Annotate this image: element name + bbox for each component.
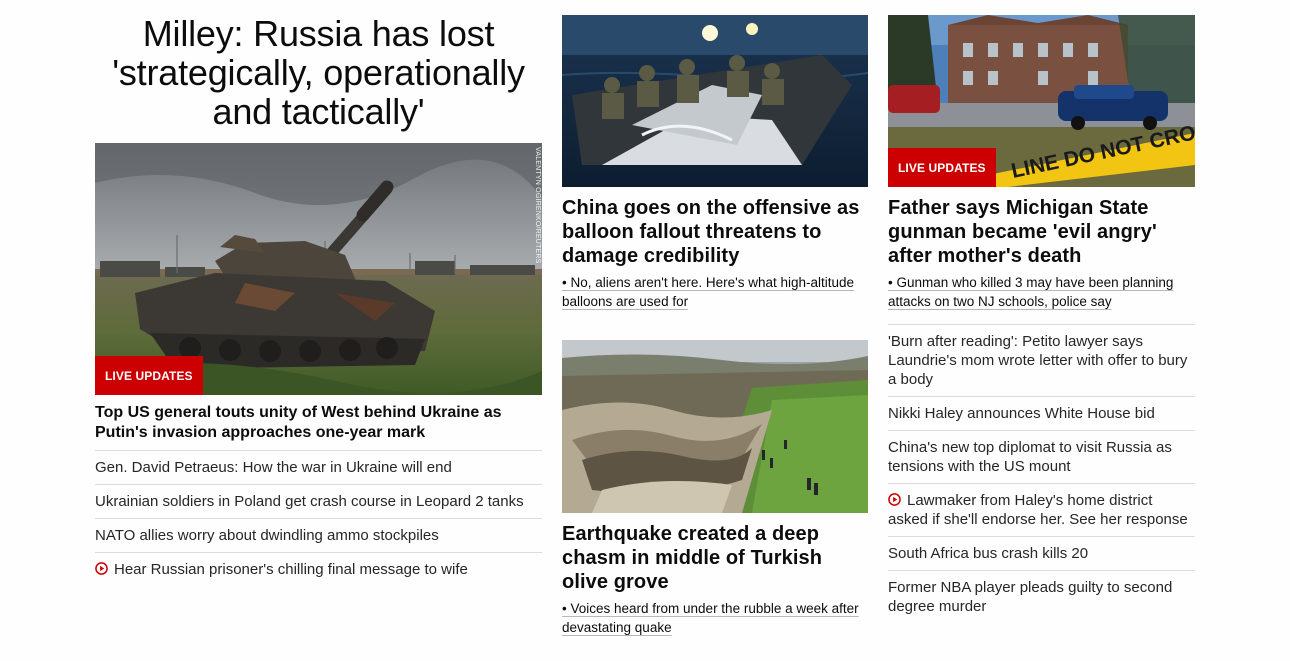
list-item[interactable]: NATO allies worry about dwindling ammo s…	[95, 518, 542, 552]
live-updates-badge: LIVE UPDATES	[95, 356, 203, 395]
list-item[interactable]: 'Burn after reading': Petito lawyer says…	[888, 324, 1195, 396]
lead-story-image[interactable]: VALENTYN OGIRENKO/REUTERS LIVE UPDATES	[95, 143, 542, 395]
story-headline[interactable]: Earthquake created a deep chasm in middl…	[562, 522, 868, 594]
list-item-link[interactable]: China's new top diplomat to visit Russia…	[888, 439, 1172, 475]
lead-banner-headline[interactable]: Milley: Russia has lost 'strategically, …	[95, 14, 542, 131]
image-credit: VALENTYN OGIRENKO/REUTERS	[534, 147, 541, 264]
story-subheadline[interactable]: • No, aliens aren't here. Here's what hi…	[562, 273, 868, 311]
list-item[interactable]: South Africa bus crash kills 20	[888, 536, 1195, 570]
story-card: Earthquake created a deep chasm in middl…	[562, 340, 868, 637]
live-updates-badge: LIVE UPDATES	[888, 148, 996, 187]
list-item-link[interactable]: Ukrainian soldiers in Poland get crash c…	[95, 493, 524, 510]
story-subheadline[interactable]: • Gunman who killed 3 may have been plan…	[888, 273, 1195, 311]
headline-list: 'Burn after reading': Petito lawyer says…	[888, 324, 1195, 623]
list-item-link[interactable]: NATO allies worry about dwindling ammo s…	[95, 527, 439, 544]
michigan-state-image[interactable]: LINE DO NOT CROSS LIVE UPDATES	[888, 15, 1195, 187]
list-item-link[interactable]: 'Burn after reading': Petito lawyer says…	[888, 333, 1187, 388]
list-item-link[interactable]: Lawmaker from Haley's home district aske…	[888, 492, 1188, 528]
story-card: LINE DO NOT CROSS LIVE UPDATES Father sa…	[888, 15, 1195, 311]
balloon-recovery-image[interactable]	[562, 15, 868, 187]
list-item[interactable]: Nikki Haley announces White House bid	[888, 396, 1195, 430]
list-item[interactable]: Ukrainian soldiers in Poland get crash c…	[95, 484, 542, 518]
list-item-link[interactable]: Hear Russian prisoner's chilling final m…	[114, 561, 468, 578]
lead-story-column: Milley: Russia has lost 'strategically, …	[95, 0, 542, 586]
list-item[interactable]: Lawmaker from Haley's home district aske…	[888, 483, 1195, 536]
list-item-link[interactable]: South Africa bus crash kills 20	[888, 545, 1088, 562]
story-subheadline[interactable]: • Voices heard from under the rubble a w…	[562, 599, 868, 637]
related-links-list: Gen. David Petraeus: How the war in Ukra…	[95, 450, 542, 586]
middle-column: China goes on the offensive as balloon f…	[562, 0, 868, 637]
story-subheadline-link[interactable]: • Voices heard from under the rubble a w…	[562, 601, 859, 635]
story-subheadline-link[interactable]: • Gunman who killed 3 may have been plan…	[888, 275, 1173, 309]
list-item[interactable]: Former NBA player pleads guilty to secon…	[888, 570, 1195, 623]
list-item[interactable]: China's new top diplomat to visit Russia…	[888, 430, 1195, 483]
list-item-link[interactable]: Gen. David Petraeus: How the war in Ukra…	[95, 459, 452, 476]
play-circle-icon	[888, 493, 901, 506]
lead-banner-link[interactable]: Milley: Russia has lost 'strategically, …	[112, 13, 525, 132]
story-headline[interactable]: China goes on the offensive as balloon f…	[562, 196, 868, 268]
right-column: LINE DO NOT CROSS LIVE UPDATES Father sa…	[888, 0, 1195, 623]
list-item[interactable]: Gen. David Petraeus: How the war in Ukra…	[95, 450, 542, 484]
list-item[interactable]: Hear Russian prisoner's chilling final m…	[95, 552, 542, 586]
list-item-link[interactable]: Nikki Haley announces White House bid	[888, 405, 1155, 422]
lead-story-headline[interactable]: Top US general touts unity of West behin…	[95, 403, 542, 443]
story-card: China goes on the offensive as balloon f…	[562, 15, 868, 311]
story-headline[interactable]: Father says Michigan State gunman became…	[888, 196, 1195, 268]
play-circle-icon	[95, 562, 108, 575]
balloon-photo	[562, 15, 868, 187]
list-item-link[interactable]: Former NBA player pleads guilty to secon…	[888, 579, 1172, 615]
earthquake-chasm-image[interactable]	[562, 340, 868, 513]
chasm-photo	[562, 340, 868, 513]
story-subheadline-link[interactable]: • No, aliens aren't here. Here's what hi…	[562, 275, 854, 309]
